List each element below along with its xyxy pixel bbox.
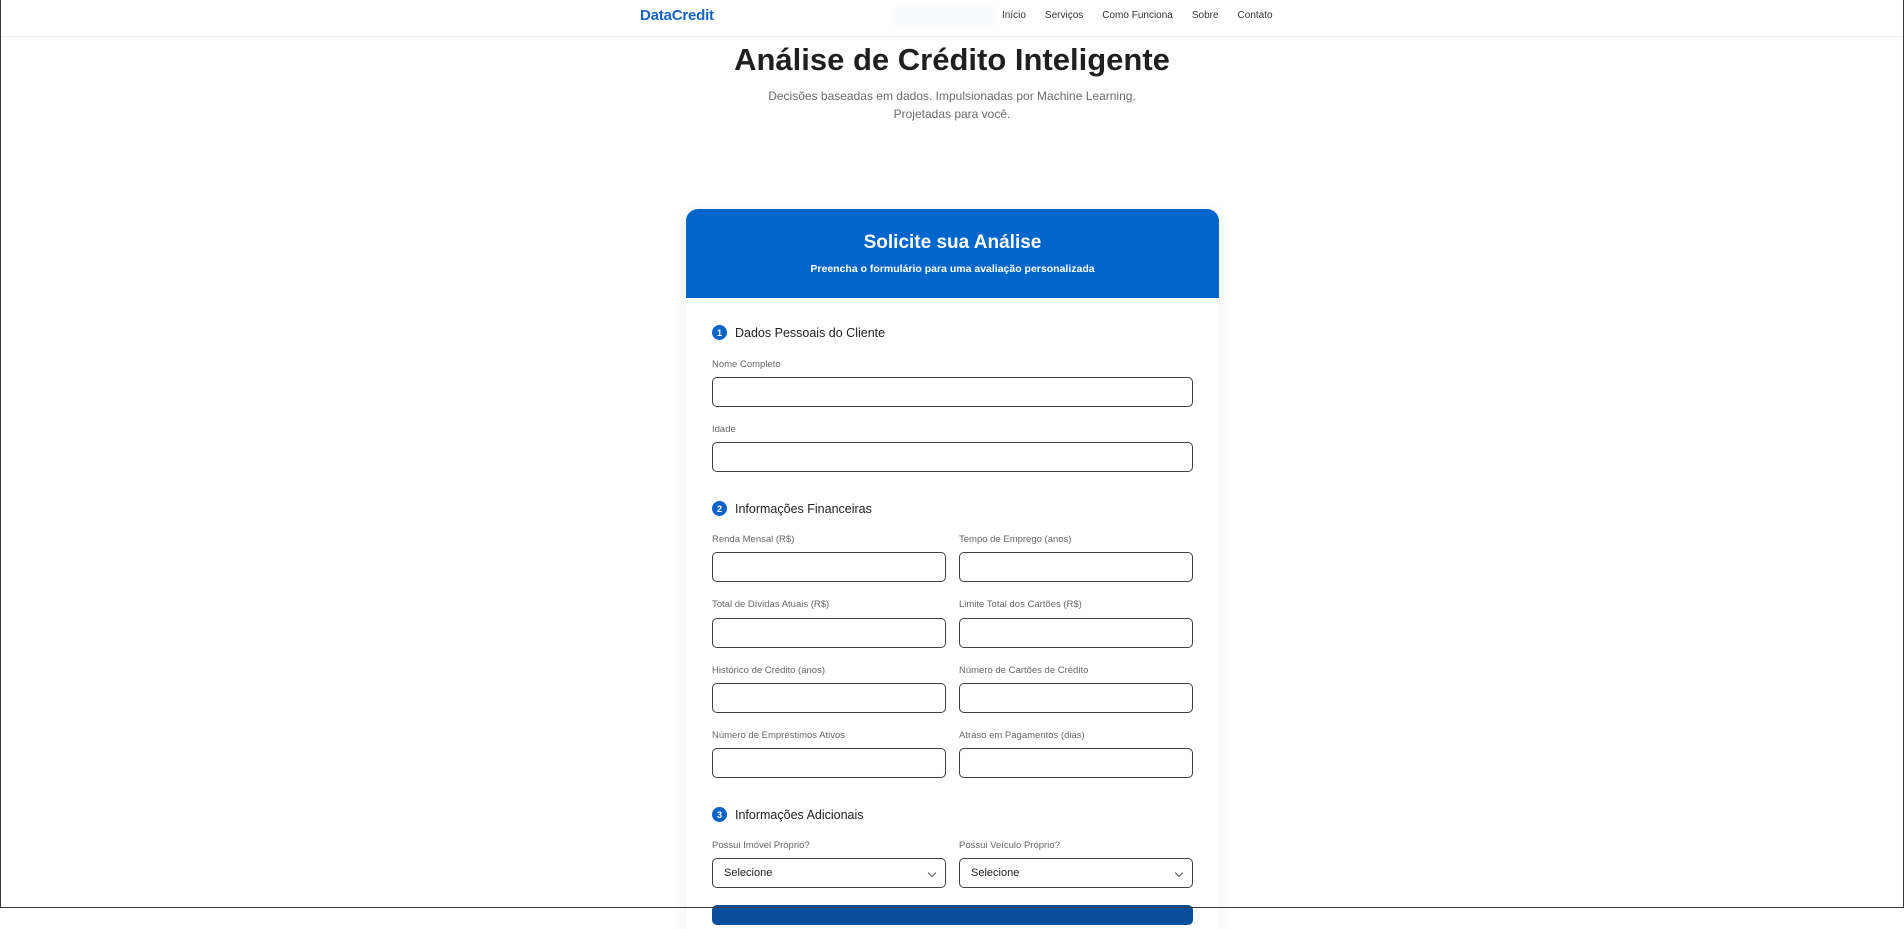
section-personal-data: 1 Dados Pessoais do Cliente [712, 325, 885, 340]
section-title-2: Informações Financeiras [735, 501, 872, 516]
nav-links: Início Serviços Como Funciona Sobre Cont… [1002, 10, 1292, 21]
input-idade[interactable] [712, 442, 1193, 472]
nav-link-como-funciona[interactable]: Como Funciona [1102, 10, 1173, 21]
form-title: Solicite sua Análise [863, 232, 1042, 253]
hero-subtitle-line2: Projetadas para você. [893, 107, 1011, 121]
input-renda-mensal[interactable] [712, 552, 946, 582]
label-atraso-pagamentos: Atraso em Pagamentos (dias) [959, 730, 1085, 741]
label-veiculo-proprio: Possui Veículo Próprio? [959, 840, 1060, 851]
label-nome-completo: Nome Completo [712, 359, 781, 370]
input-tempo-emprego[interactable] [959, 552, 1193, 582]
input-atraso-pagamentos[interactable] [959, 748, 1193, 778]
input-numero-cartoes[interactable] [959, 683, 1193, 713]
hero-title: Análise de Crédito Inteligente [734, 42, 1170, 77]
brand-logo[interactable]: DataCredit [640, 7, 714, 24]
step-badge-3: 3 [712, 807, 727, 822]
label-renda-mensal: Renda Mensal (R$) [712, 534, 795, 545]
section-financial-info: 2 Informações Financeiras [712, 501, 872, 516]
chevron-down-icon [1174, 868, 1184, 878]
select-imovel-proprio[interactable]: Selecione [712, 858, 946, 888]
hero-subtitle-line1: Decisões baseadas em dados. Impulsionada… [768, 89, 1136, 103]
input-limite-cartoes[interactable] [959, 618, 1193, 648]
submit-button[interactable] [712, 905, 1193, 925]
label-total-dividas: Total de Dívidas Atuais (R$) [712, 599, 830, 610]
section-additional-info: 3 Informações Adicionais [712, 807, 864, 822]
input-historico-credito[interactable] [712, 683, 946, 713]
navbar: DataCredit Início Serviços Como Funciona… [0, 0, 1904, 37]
nav-link-inicio[interactable]: Início [1002, 10, 1026, 21]
label-limite-cartoes: Limite Total dos Cartões (R$) [959, 599, 1082, 610]
nav-placeholder [895, 6, 995, 26]
label-emprestimos-ativos: Número de Empréstimos Ativos [712, 730, 846, 741]
form-header: Solicite sua Análise Preencha o formulár… [686, 209, 1219, 298]
analysis-form-card: Solicite sua Análise Preencha o formulár… [686, 209, 1219, 929]
form-subtitle: Preencha o formulário para uma avaliação… [810, 263, 1095, 275]
label-historico-credito: Histórico de Crédito (anos) [712, 665, 825, 676]
select-veiculo-proprio[interactable]: Selecione [959, 858, 1193, 888]
section-title-3: Informações Adicionais [735, 807, 864, 822]
step-badge-2: 2 [712, 501, 727, 516]
label-imovel-proprio: Possui Imóvel Próprio? [712, 840, 810, 851]
input-emprestimos-ativos[interactable] [712, 748, 946, 778]
section-title-1: Dados Pessoais do Cliente [735, 325, 886, 340]
select-veiculo-value: Selecione [971, 867, 1020, 879]
input-total-dividas[interactable] [712, 618, 946, 648]
label-idade: Idade [712, 424, 736, 435]
select-imovel-value: Selecione [724, 867, 773, 879]
hero-subtitle: Decisões baseadas em dados. Impulsionada… [752, 87, 1152, 123]
nav-link-sobre[interactable]: Sobre [1192, 10, 1219, 21]
label-numero-cartoes: Número de Cartões de Crédito [959, 665, 1089, 676]
step-badge-1: 1 [712, 325, 727, 340]
nav-link-servicos[interactable]: Serviços [1045, 10, 1083, 21]
label-tempo-emprego: Tempo de Emprego (anos) [959, 534, 1072, 545]
nav-link-contato[interactable]: Contato [1238, 10, 1273, 21]
chevron-down-icon [927, 868, 937, 878]
input-nome-completo[interactable] [712, 377, 1193, 407]
